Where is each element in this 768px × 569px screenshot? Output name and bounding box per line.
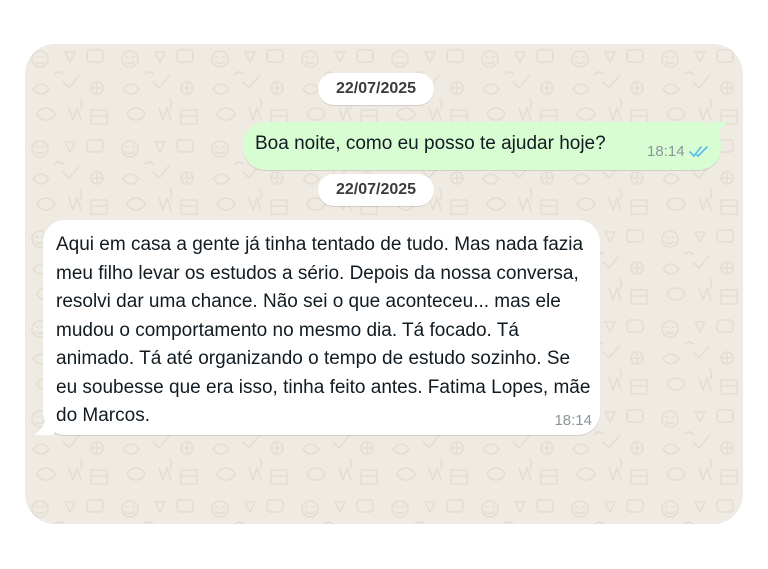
- outgoing-message-meta: 18:14: [647, 143, 709, 160]
- bubble-tail-icon: [34, 417, 54, 435]
- outgoing-message-bubble[interactable]: Boa noite, como eu posso te ajudar hoje?…: [243, 122, 727, 170]
- date-separator: 22/07/2025: [318, 174, 435, 206]
- message-time: 18:14: [554, 412, 592, 429]
- incoming-message-bubble[interactable]: Aqui em casa a gente já tinha tentado de…: [34, 220, 600, 435]
- date-separator: 22/07/2025: [318, 73, 435, 105]
- outgoing-message-text: Boa noite, como eu posso te ajudar hoje?: [255, 133, 606, 154]
- incoming-message-text: Aqui em casa a gente já tinha tentado de…: [56, 234, 591, 426]
- bubble-tail-icon: [709, 122, 727, 136]
- double-check-read-icon: [688, 145, 708, 157]
- chat-panel: 22/07/2025 Boa noite, como eu posso te a…: [25, 44, 743, 524]
- message-time: 18:14: [647, 143, 685, 160]
